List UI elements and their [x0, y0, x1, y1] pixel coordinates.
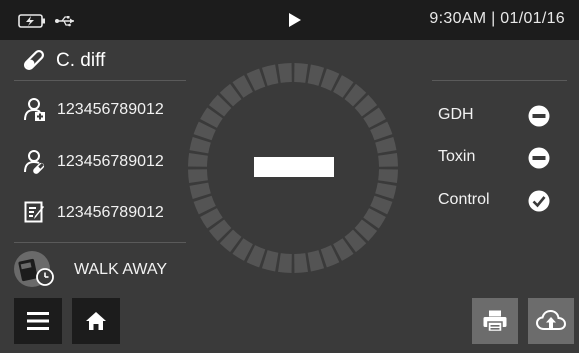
divider — [432, 80, 567, 81]
home-button[interactable] — [72, 298, 120, 344]
result-label-toxin: Toxin — [438, 148, 476, 165]
notes-id: 123456789012 — [57, 204, 164, 221]
check-circle-icon — [528, 190, 550, 212]
result-label-gdh: GDH — [438, 106, 474, 123]
patient-id: 123456789012 — [57, 101, 164, 118]
divider — [14, 242, 186, 243]
overall-result-negative-bar — [254, 157, 334, 177]
minus-circle-icon — [528, 147, 550, 169]
patient-icon — [24, 98, 45, 121]
battery-charging-icon — [18, 14, 45, 28]
cloud-upload-icon — [536, 309, 566, 330]
upload-button[interactable] — [528, 298, 574, 344]
usb-icon — [55, 16, 74, 27]
ring-segment — [278, 63, 292, 83]
ring-segment — [188, 169, 208, 183]
operator-id: 123456789012 — [57, 153, 164, 170]
mode-label: WALK AWAY — [74, 261, 168, 278]
menu-icon — [27, 312, 49, 330]
ring-segment — [307, 250, 325, 272]
ring-segment — [378, 169, 398, 183]
ring-segment — [261, 64, 279, 86]
print-icon — [483, 310, 507, 332]
status-bar: 9:30AM | 01/01/16 — [0, 0, 579, 40]
play-icon[interactable] — [288, 12, 302, 28]
ring-segment — [375, 136, 397, 154]
minus-circle-icon — [528, 105, 550, 127]
ring-segment — [294, 63, 308, 83]
ring-segment — [294, 253, 308, 273]
result-label-control: Control — [438, 191, 490, 208]
notes-icon — [24, 201, 44, 223]
ring-segment — [378, 153, 398, 167]
divider — [14, 80, 186, 81]
test-tube-icon — [23, 49, 45, 71]
home-icon — [86, 312, 106, 330]
ring-segment — [375, 182, 397, 200]
operator-icon — [24, 150, 45, 174]
ring-segment — [261, 250, 279, 272]
walk-away-icon — [14, 251, 54, 287]
menu-button[interactable] — [14, 298, 62, 344]
ring-segment — [188, 153, 208, 167]
status-time-date: 9:30AM | 01/01/16 — [429, 10, 565, 27]
test-title: C. diff — [56, 50, 106, 71]
ring-segment — [189, 182, 211, 200]
ring-segment — [278, 253, 292, 273]
ring-segment — [307, 64, 325, 86]
print-button[interactable] — [472, 298, 518, 344]
ring-segment — [189, 136, 211, 154]
